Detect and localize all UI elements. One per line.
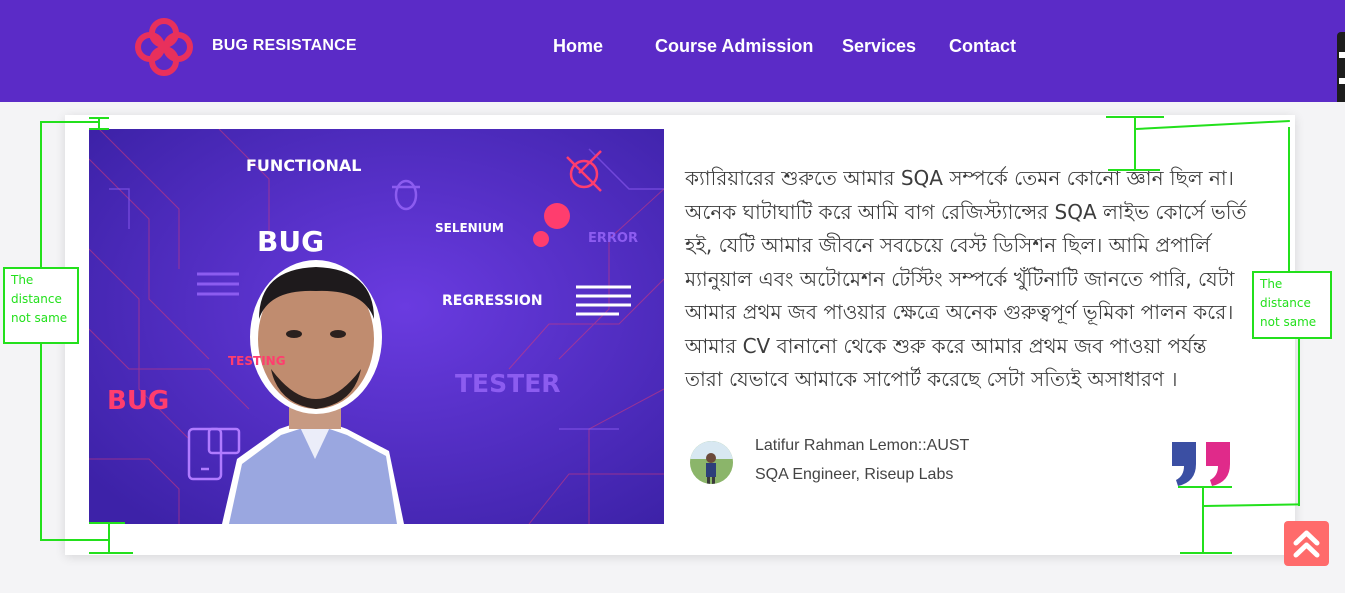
brand-name[interactable]: BUG RESISTANCE (212, 37, 357, 55)
testimonial-text: ক্যারিয়ারের শুরুতে আমার SQA সম্পর্কে তে… (685, 166, 1247, 391)
top-navbar: BUG RESISTANCE Home Course Admission Ser… (0, 0, 1345, 102)
banner-word-functional: FUNCTIONAL (246, 156, 362, 175)
banner-word-bug-red: BUG (107, 386, 170, 416)
scroll-to-top-button[interactable] (1284, 521, 1329, 566)
banner-word-testing: TESTING (228, 354, 286, 368)
logo-mark-icon[interactable] (133, 16, 195, 78)
banner-word-error: ERROR (588, 231, 638, 246)
banner-word-selenium: SELENIUM (435, 221, 504, 235)
double-chevron-up-icon (1293, 530, 1320, 558)
author-name: Latifur Rahman Lemon::AUST (755, 437, 970, 454)
nav-home[interactable]: Home (553, 36, 603, 57)
banner-word-regression: REGRESSION (442, 293, 543, 309)
avatar-photo (690, 441, 733, 484)
nav-contact[interactable]: Contact (949, 36, 1016, 57)
banner-word-tester: TESTER (455, 369, 561, 398)
banner-word-bug: BUG (257, 225, 325, 258)
banner-graphic (89, 129, 664, 524)
nav-services[interactable]: Services (842, 36, 916, 57)
avatar (690, 441, 733, 484)
annotation-left-note: The distance not same (3, 267, 79, 344)
annotation-right-note: The distance not same (1252, 271, 1332, 339)
quote-icon (1172, 442, 1230, 486)
testimonial-banner-image: FUNCTIONAL BUG SELENIUM ERROR REGRESSION… (89, 129, 664, 524)
author-role: SQA Engineer, Riseup Labs (755, 466, 954, 483)
nav-course-admission[interactable]: Course Admission (655, 36, 813, 57)
